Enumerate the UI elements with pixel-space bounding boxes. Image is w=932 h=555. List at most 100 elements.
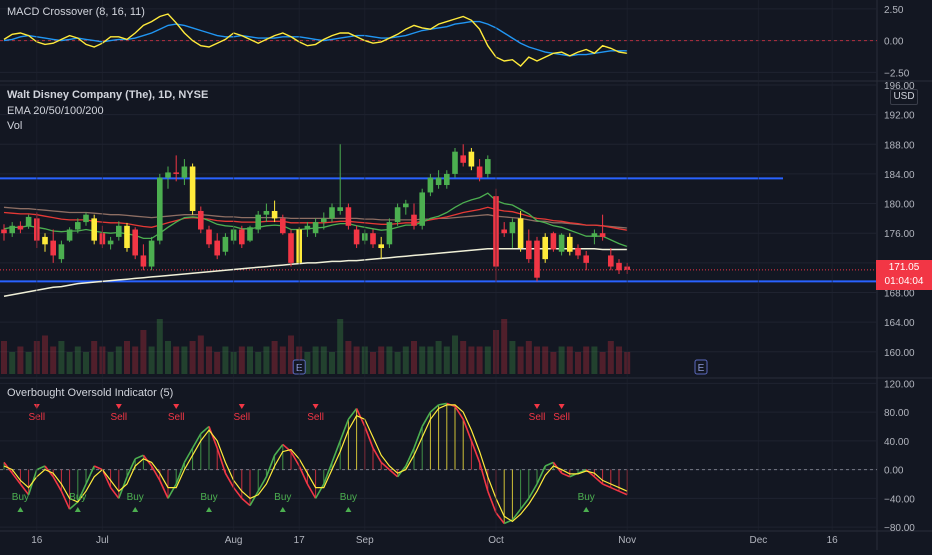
osc-tick-label: 120.00 (884, 379, 915, 390)
candle-body (526, 240, 532, 260)
candle-body (345, 207, 352, 226)
sell-signal-label: Sell (168, 412, 185, 423)
price-tick-label: 192.00 (884, 111, 915, 122)
volume-bar (148, 346, 155, 374)
candle-body (1, 229, 7, 234)
sell-signal-label: Sell (307, 412, 324, 423)
earnings-event-label: E (698, 363, 705, 374)
candle-body (83, 214, 89, 223)
currency-badge[interactable]: USD (890, 89, 918, 105)
price-tick-label: 168.00 (884, 289, 915, 300)
volume-bar (255, 352, 262, 374)
volume-bar (599, 352, 606, 374)
time-axis-label: Oct (488, 535, 504, 546)
buy-signal-label: Buy (69, 492, 86, 503)
candle-body (558, 234, 565, 252)
volume-bar (525, 341, 532, 374)
candle-body (460, 155, 466, 163)
candle-body (567, 236, 573, 252)
candle-body (608, 255, 614, 267)
volume-bar (271, 341, 278, 374)
candle-body (468, 151, 475, 167)
candle-body (550, 233, 557, 250)
candle-body (370, 233, 376, 245)
volume-bar (591, 346, 598, 374)
volume-bar (607, 341, 614, 374)
sell-signal-label: Sell (233, 412, 250, 423)
candle-body (411, 214, 417, 226)
osc-tick-label: 40.00 (884, 437, 909, 448)
volume-bar (558, 346, 565, 374)
volume-bar (214, 352, 221, 374)
time-axis-label: 16 (827, 535, 839, 546)
volume-bar (279, 346, 286, 374)
volume-bar (206, 346, 212, 374)
volume-bar (247, 346, 253, 374)
volume-bar (419, 346, 426, 374)
volume-bar (435, 341, 442, 374)
last-price-value: 171.05 (888, 262, 920, 273)
candle-body (255, 214, 261, 230)
volume-indicator-label[interactable]: Vol (7, 120, 22, 132)
candle-body (165, 172, 171, 178)
volume-bar (345, 341, 352, 374)
volume-bar (181, 346, 188, 374)
volume-bar (132, 346, 139, 374)
candle-body (9, 225, 15, 234)
oscillator-title: Overbought Oversold Indicator (5) (7, 387, 174, 399)
volume-bar (156, 319, 163, 374)
volume-bar (460, 341, 467, 374)
candle-body (214, 240, 220, 256)
candle-body (394, 207, 401, 223)
candle-body (271, 210, 278, 219)
volume-bar (115, 346, 122, 374)
candle-body (17, 225, 24, 230)
volume-bar (42, 335, 48, 374)
ema-indicator-label[interactable]: EMA 20/50/100/200 (7, 105, 104, 117)
volume-bar (263, 346, 270, 374)
price-tick-label: 164.00 (884, 318, 915, 329)
candle-body (198, 210, 204, 230)
price-tick-label: 176.00 (884, 229, 915, 240)
candle-body (517, 218, 524, 249)
osc-tick-label: 80.00 (884, 408, 909, 419)
volume-bar (583, 346, 590, 374)
candle-body (181, 166, 188, 178)
candle-body (263, 210, 270, 215)
candle-body (583, 255, 589, 263)
candle-body (476, 166, 483, 178)
candle-body (66, 229, 73, 241)
volume-bar (83, 352, 89, 374)
trading-chart: 2.50 0.00 −2.50 196.00 192.00 188.00 184.00 180… (0, 0, 932, 550)
symbol-title[interactable]: Walt Disney Company (The), 1D, NYSE (7, 89, 208, 101)
buy-signal-label: Buy (12, 492, 29, 503)
candle-body (435, 177, 442, 186)
volume-bar (140, 330, 147, 374)
candle-body (75, 222, 81, 230)
volume-bar (427, 346, 434, 374)
volume-bar (394, 352, 401, 374)
candle-body (50, 240, 56, 256)
candle-body (222, 236, 229, 252)
volume-bar (353, 346, 360, 374)
volume-bar (107, 352, 114, 374)
volume-bar (1, 341, 7, 374)
candle-body (321, 218, 327, 223)
volume-bar (238, 346, 245, 374)
volume-bar (476, 346, 483, 374)
volume-bar (189, 341, 196, 374)
volume-bar (173, 346, 180, 374)
candle-body (353, 229, 360, 245)
time-axis-label: Dec (750, 535, 768, 546)
volume-bar (9, 352, 16, 374)
volume-bar (616, 346, 622, 374)
candle-body (403, 203, 409, 208)
volume-bar (378, 346, 385, 374)
price-tick-label: 160.00 (884, 348, 915, 359)
volume-bar (484, 346, 491, 374)
volume-bar (66, 352, 73, 374)
candle-body (25, 216, 32, 226)
candle-body (378, 244, 384, 249)
volume-bar (402, 346, 409, 374)
osc-tick-label: −40.00 (884, 494, 915, 505)
